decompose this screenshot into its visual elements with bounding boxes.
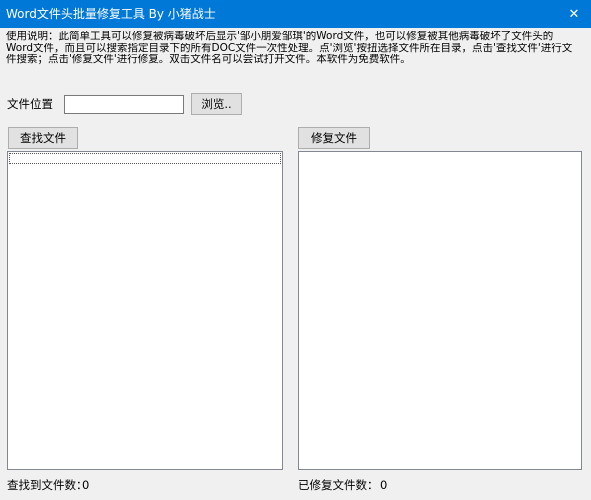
- close-icon: ✕: [568, 6, 580, 22]
- instructions-line-3: 件搜索；点击'修复文件'进行修复。双击文件名可以尝试打开文件。本软件为免费软件。: [6, 54, 411, 65]
- repaired-files-list[interactable]: [298, 151, 582, 470]
- window-title: Word文件头批量修复工具 By 小猪战士: [6, 7, 216, 21]
- file-location-input[interactable]: [64, 95, 184, 114]
- repair-files-button[interactable]: 修复文件: [298, 127, 370, 149]
- found-count-value: 0: [82, 478, 90, 492]
- repaired-count-label: 已修复文件数：: [298, 478, 379, 492]
- browse-button[interactable]: 浏览..: [191, 93, 242, 115]
- find-files-button[interactable]: 查找文件: [8, 127, 78, 149]
- list-focus-row[interactable]: [9, 153, 281, 164]
- file-location-label: 文件位置: [7, 97, 53, 111]
- instructions-line-1: 使用说明：此简单工具可以修复被病毒破坏后显示'邹小朋爱邹琪'的Word文件，也可…: [6, 31, 554, 42]
- found-count-label: 查找到文件数：: [7, 478, 88, 492]
- instructions-line-2: Word文件，而且可以搜索指定目录下的所有DOC文件一次性处理。点'浏览'按扭选…: [6, 42, 573, 54]
- repaired-count-value: 0: [380, 478, 388, 492]
- title-bar: Word文件头批量修复工具 By 小猪战士 ✕: [0, 0, 591, 28]
- found-files-list[interactable]: [7, 151, 283, 470]
- close-button[interactable]: ✕: [557, 0, 591, 28]
- instructions-text: 使用说明：此简单工具可以修复被病毒破坏后显示'邹小朋爱邹琪'的Word文件，也可…: [6, 31, 586, 66]
